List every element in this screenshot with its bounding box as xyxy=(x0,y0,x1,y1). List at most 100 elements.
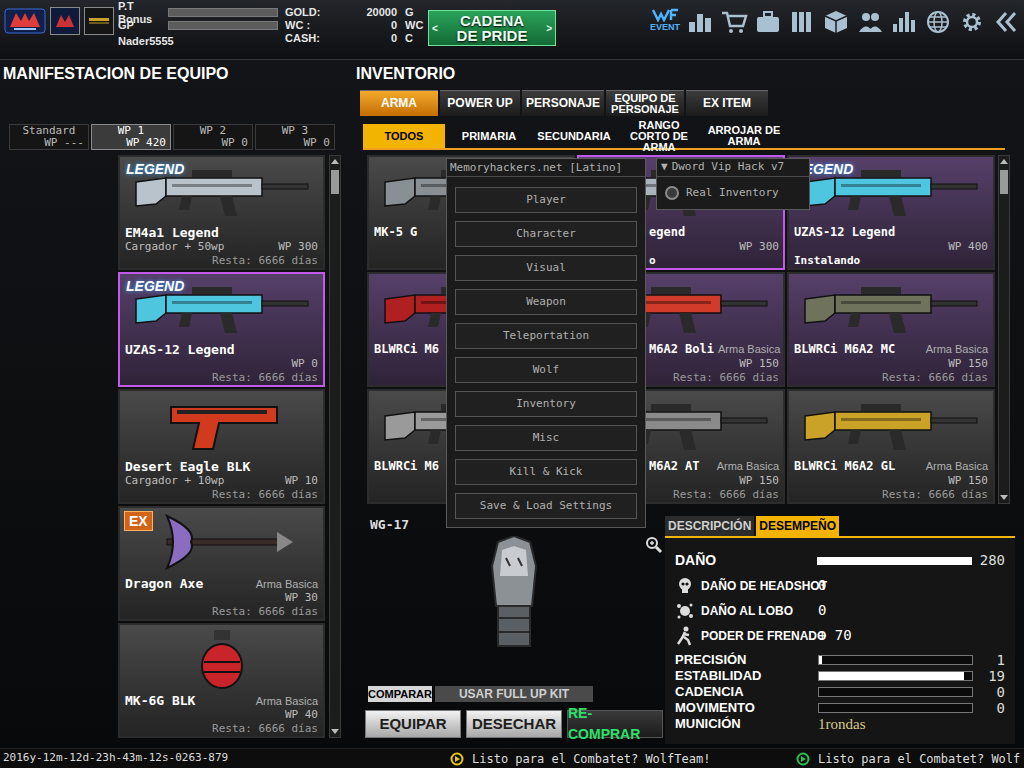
collapse-icon[interactable] xyxy=(992,8,1020,36)
equipment-card[interactable]: EXDragon AxeArma BasicaWP 30Resta: 6666 … xyxy=(118,506,325,621)
event-line: CADENA xyxy=(460,13,524,28)
inventory-item[interactable]: BLWRCi M6A2 MCArma BasicaWP 150Resta: 66… xyxy=(787,272,995,387)
menu-button[interactable]: Kill & Kick xyxy=(455,459,637,485)
item-status: Instalando xyxy=(794,254,860,268)
clan-icon[interactable] xyxy=(50,7,80,35)
item-remaining: Resta: 6666 días xyxy=(212,722,318,736)
tab-label: POWER UP xyxy=(447,98,512,109)
rebuy-button[interactable]: RE-COMPRAR xyxy=(567,710,663,738)
event-icon[interactable] xyxy=(651,8,679,22)
top-bar: P.T BonusGPNader5555GOLD:20000GWC :0WCCA… xyxy=(0,0,1024,60)
inventory-tab[interactable]: EQUIPO DE PERSONAJE xyxy=(606,90,684,116)
stat-value: 1rondas xyxy=(818,713,866,736)
zoom-icon[interactable] xyxy=(645,536,663,554)
submenu-option[interactable]: Real Inventory xyxy=(657,177,809,209)
expand-arrow[interactable]: ▼ xyxy=(661,159,668,176)
slot-wp: WP 420 xyxy=(92,137,170,149)
briefcase-icon[interactable] xyxy=(754,8,782,36)
stat-label: DAÑO xyxy=(675,550,817,571)
discard-button[interactable]: DESECHAR xyxy=(466,710,562,738)
item-wp: WP 150 xyxy=(948,474,988,488)
item-note: Cargador + 10wp xyxy=(125,474,224,488)
equip-button[interactable]: EQUIPAR xyxy=(365,710,461,738)
equipment-card[interactable]: MK-6G BLKArma BasicaWP 40Resta: 6666 día… xyxy=(118,623,325,738)
menu-button[interactable]: Wolf xyxy=(455,357,637,383)
event-label[interactable]: EVENT xyxy=(650,22,680,32)
scroll-thumb[interactable] xyxy=(1000,170,1008,194)
scroll-up-icon[interactable] xyxy=(330,157,340,167)
stat-label: MOVIMENTO xyxy=(675,698,818,718)
slot-tab[interactable]: WP 3WP 0 xyxy=(255,124,335,150)
equipment-card[interactable]: LEGENDEM4a1 LegendCargador + 50wpWP 300R… xyxy=(118,155,325,270)
scroll-thumb[interactable] xyxy=(331,170,339,194)
inventory-tab[interactable]: PERSONAJE xyxy=(522,90,604,116)
player-stats: P.T BonusGPNader5555 xyxy=(118,0,285,59)
menu-button[interactable]: Weapon xyxy=(455,289,637,315)
category-tab[interactable]: ARROJAR DE ARMA xyxy=(703,124,785,148)
submenu-header[interactable]: ▼Dword Vip Hack v7 xyxy=(657,159,809,177)
tab-label: TODOS xyxy=(385,131,424,142)
menu-button[interactable]: Misc xyxy=(455,425,637,451)
inventory-item[interactable]: LEGENDUZAS-12 LegendWP 400Instalando xyxy=(787,155,995,270)
friends-icon[interactable] xyxy=(856,8,884,36)
currency-label: WC : xyxy=(285,19,321,32)
stats-icon[interactable] xyxy=(890,8,918,36)
equipment-card[interactable]: LEGENDUZAS-12 LegendWP 0Resta: 6666 días xyxy=(118,272,325,387)
prev-arrow[interactable]: < xyxy=(432,21,438,36)
stats-tab[interactable]: DESEMPEÑO xyxy=(756,516,839,536)
inventory-scrollbar[interactable] xyxy=(998,155,1010,504)
category-tab[interactable]: TODOS xyxy=(363,124,445,148)
slot-tab[interactable]: WP 1WP 420 xyxy=(91,124,171,150)
scroll-down-icon[interactable] xyxy=(330,726,340,736)
ranking-icon[interactable] xyxy=(686,8,714,36)
inventory-tab[interactable]: EX ITEM xyxy=(686,90,768,116)
tab-label: ARMA xyxy=(381,98,417,109)
tab-label: DESCRIPCIÓN xyxy=(668,517,751,535)
category-tab[interactable]: RANGO CORTO DE ARMA xyxy=(618,124,700,148)
menu-button[interactable]: Player xyxy=(455,187,637,213)
equipment-card[interactable]: Desert Eagle BLKCargador + 10wpWP 10Rest… xyxy=(118,389,325,504)
event-button[interactable]: EVENT xyxy=(650,8,680,32)
stat-value: 0 xyxy=(979,682,1005,703)
gear-icon[interactable] xyxy=(958,8,986,36)
slot-tab[interactable]: WP 2WP 0 xyxy=(173,124,253,150)
full-up-kit-button[interactable]: USAR FULL UP KIT xyxy=(435,686,593,702)
event-line: DE PRIDE xyxy=(457,28,528,43)
slot-tab[interactable]: StandardWP --- xyxy=(9,124,89,150)
globe-icon[interactable] xyxy=(924,8,952,36)
scroll-up-icon[interactable] xyxy=(999,157,1009,167)
tab-label: DESEMPEÑO xyxy=(759,517,836,535)
currency-value: 0 xyxy=(321,19,397,32)
stats-tab[interactable]: DESCRIPCIÓN xyxy=(665,516,754,536)
stat-value: 280 xyxy=(980,550,1005,571)
category-tab[interactable]: PRIMARIA xyxy=(448,124,530,148)
category-tab[interactable]: SECUNDARIA xyxy=(533,124,615,148)
username: Nader5555 xyxy=(118,35,285,48)
menu-button[interactable]: Inventory xyxy=(455,391,637,417)
event-chain-button[interactable]: < CADENADE PRIDE > xyxy=(428,10,556,46)
next-arrow[interactable]: > xyxy=(546,21,552,36)
menu-button[interactable]: Visual xyxy=(455,255,637,281)
timestamp: 2016y-12m-12d-23h-43m-12s-0263-879 xyxy=(0,750,450,767)
book-icon[interactable] xyxy=(788,8,816,36)
equipment-scrollbar[interactable] xyxy=(329,155,341,738)
box-icon[interactable] xyxy=(822,8,850,36)
rank-icon[interactable] xyxy=(84,7,114,35)
item-type: Arma Basica xyxy=(256,694,318,709)
compare-button[interactable]: COMPARAR xyxy=(368,686,432,702)
radio-button[interactable] xyxy=(665,186,679,200)
menu-button[interactable]: Character xyxy=(455,221,637,247)
inventory-tab[interactable]: ARMA xyxy=(360,90,438,116)
inventory-item[interactable]: BLWRCi M6A2 GLArma BasicaWP 150Resta: 66… xyxy=(787,389,995,504)
menu-button[interactable]: Save & Load Settings xyxy=(455,493,637,519)
stat-meter xyxy=(818,655,973,665)
inventory-tab[interactable]: POWER UP xyxy=(440,90,520,116)
scroll-down-icon[interactable] xyxy=(999,492,1009,502)
item-name: MK-5 G xyxy=(374,225,417,240)
item-name: BLWRCi M6 xyxy=(374,342,439,357)
stat-row: MOVIMENTO0 xyxy=(675,700,1005,716)
cart-icon[interactable] xyxy=(720,8,748,36)
ticker: Listo para el Combatet? WolfTeam! xyxy=(450,750,796,768)
item-remaining: Resta: 6666 días xyxy=(673,488,779,502)
menu-button[interactable]: Teleportation xyxy=(455,323,637,349)
